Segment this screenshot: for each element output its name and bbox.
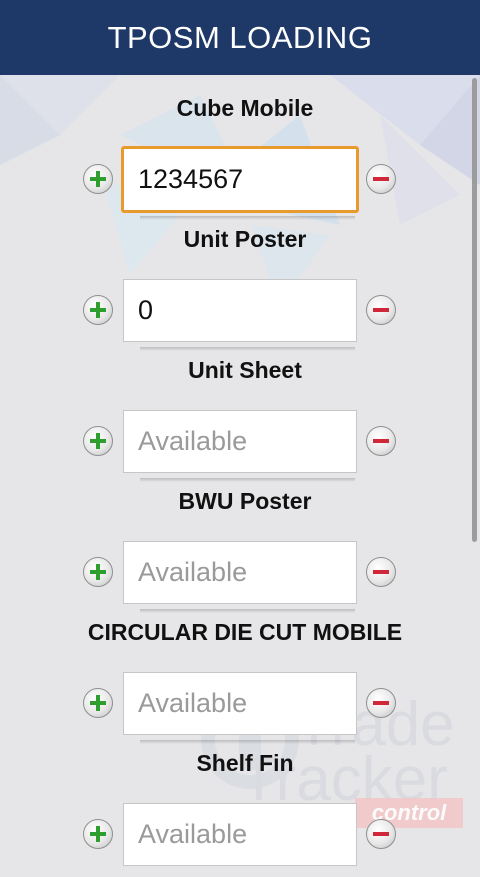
minus-icon [373, 832, 389, 836]
app-header: TPOSM LOADING [0, 0, 480, 75]
plus-icon [90, 826, 106, 842]
circular-die-cut-mobile-input[interactable] [123, 672, 357, 735]
plus-icon [90, 433, 106, 449]
cube-mobile-input[interactable] [121, 146, 359, 213]
field-label: Shelf Fin [196, 750, 294, 776]
increment-button[interactable] [83, 688, 113, 718]
field-label: CIRCULAR DIE CUT MOBILE [87, 619, 403, 645]
increment-button[interactable] [83, 164, 113, 194]
minus-icon [373, 701, 389, 705]
plus-icon [90, 695, 106, 711]
input-shadow [140, 740, 355, 744]
field-unit-sheet: Unit Sheet [0, 353, 480, 484]
minus-icon [373, 570, 389, 574]
field-circular-die-cut-mobile: CIRCULAR DIE CUT MOBILE [0, 615, 480, 746]
unit-poster-input[interactable] [123, 279, 357, 342]
field-cube-mobile: Cube Mobile [0, 91, 480, 222]
decrement-button[interactable] [366, 426, 396, 456]
field-unit-poster: Unit Poster [0, 222, 480, 353]
scrollbar[interactable] [472, 78, 477, 542]
field-label: Cube Mobile [176, 95, 314, 121]
plus-icon [90, 171, 106, 187]
shelf-fin-input[interactable] [123, 803, 357, 866]
decrement-button[interactable] [366, 557, 396, 587]
field-label: Unit Sheet [188, 357, 302, 383]
plus-icon [90, 302, 106, 318]
increment-button[interactable] [83, 426, 113, 456]
minus-icon [373, 177, 389, 181]
input-shadow [140, 216, 355, 220]
minus-icon [373, 308, 389, 312]
decrement-button[interactable] [366, 295, 396, 325]
input-shadow [140, 609, 355, 613]
input-shadow [140, 347, 355, 351]
decrement-button[interactable] [366, 819, 396, 849]
bwu-poster-input[interactable] [123, 541, 357, 604]
decrement-button[interactable] [366, 164, 396, 194]
increment-button[interactable] [83, 819, 113, 849]
plus-icon [90, 564, 106, 580]
minus-icon [373, 439, 389, 443]
unit-sheet-input[interactable] [123, 410, 357, 473]
field-shelf-fin: Shelf Fin [0, 746, 480, 877]
field-bwu-poster: BWU Poster [0, 484, 480, 615]
page-title: TPOSM LOADING [107, 19, 373, 55]
decrement-button[interactable] [366, 688, 396, 718]
field-label: BWU Poster [178, 488, 312, 514]
increment-button[interactable] [83, 295, 113, 325]
increment-button[interactable] [83, 557, 113, 587]
field-label: Unit Poster [183, 226, 307, 252]
input-shadow [140, 478, 355, 482]
